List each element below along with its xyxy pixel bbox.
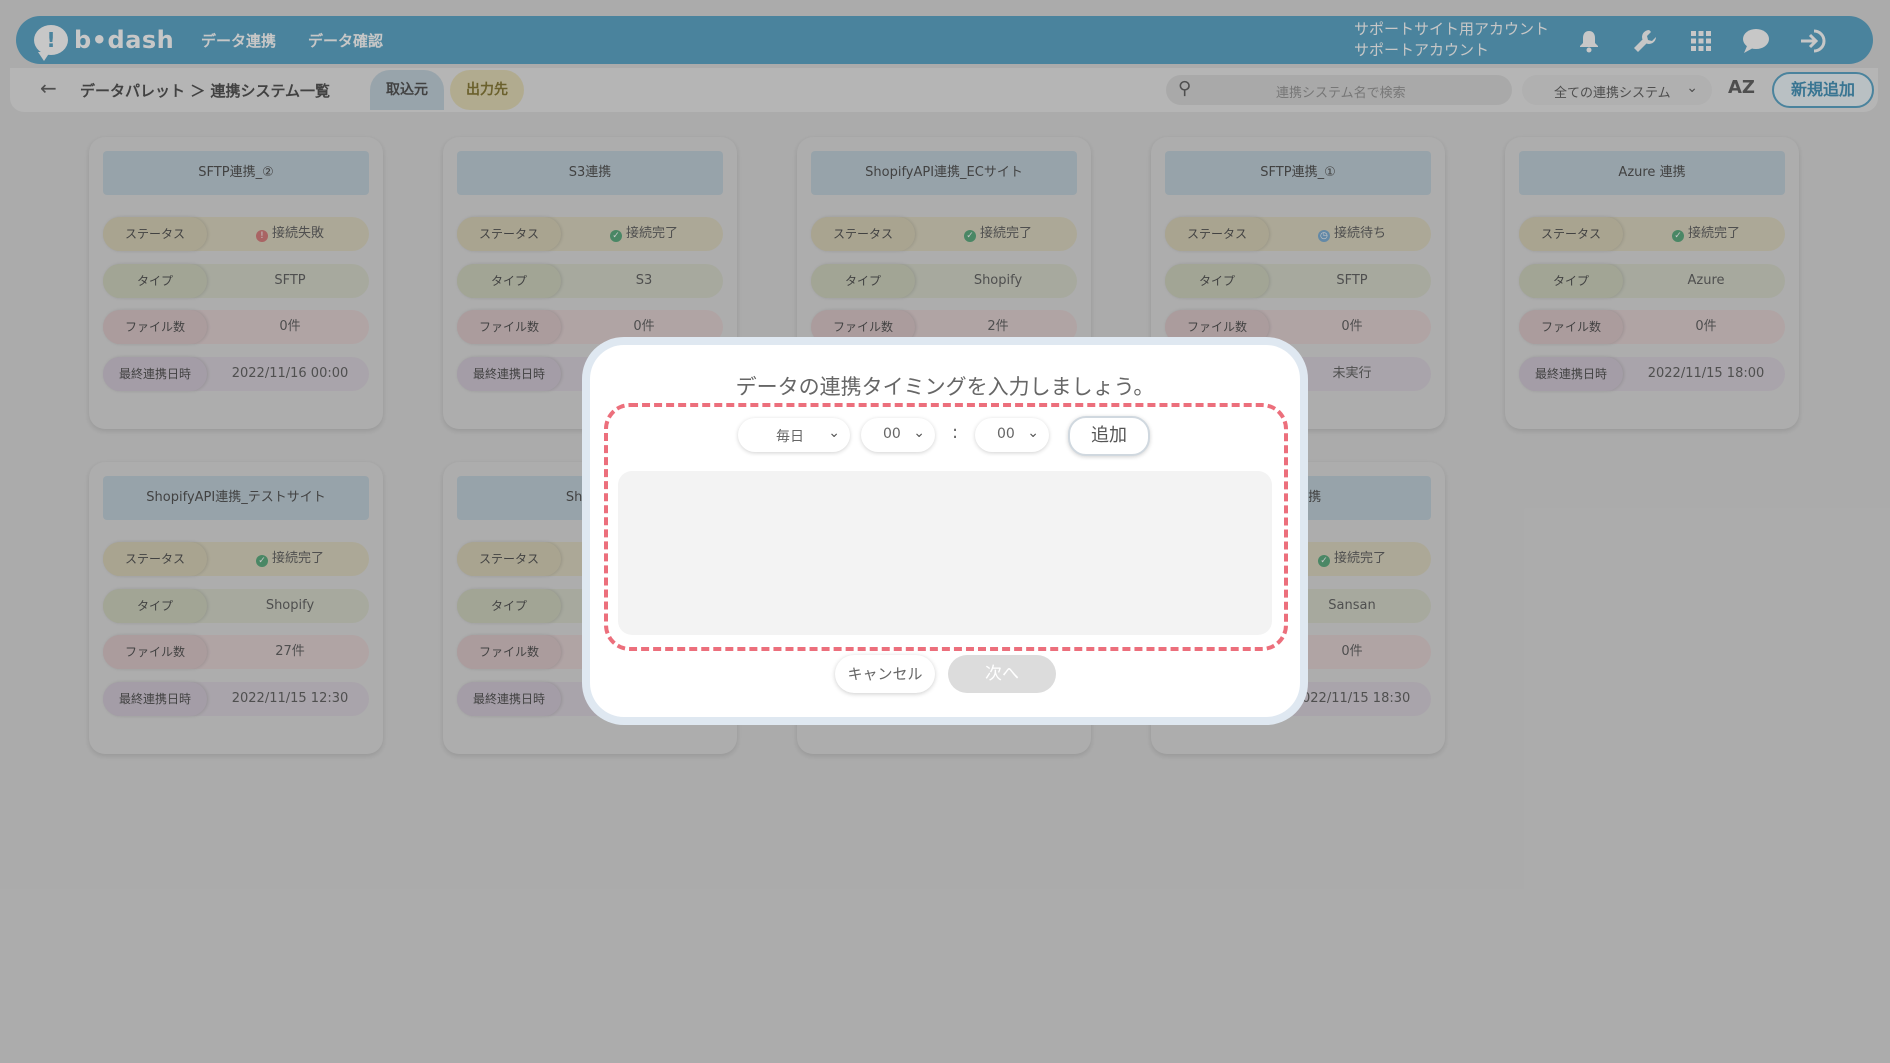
hour-value: 00 bbox=[883, 426, 901, 442]
timing-modal: データの連携タイミングを入力しましょう。 毎日 ⌄ 00 ⌄ : 00 ⌄ 追加… bbox=[590, 345, 1300, 717]
add-timing-button[interactable]: 追加 bbox=[1068, 416, 1150, 456]
minute-value: 00 bbox=[997, 426, 1015, 442]
frequency-value: 毎日 bbox=[776, 429, 804, 445]
modal-title: データの連携タイミングを入力しましょう。 bbox=[735, 375, 1155, 399]
minute-select[interactable]: 00 ⌄ bbox=[975, 418, 1049, 452]
timing-list-area bbox=[618, 471, 1272, 635]
hour-select[interactable]: 00 ⌄ bbox=[861, 418, 935, 452]
time-separator: : bbox=[952, 422, 959, 443]
chevron-down-icon: ⌄ bbox=[913, 425, 925, 441]
chevron-down-icon: ⌄ bbox=[828, 425, 840, 441]
chevron-down-icon: ⌄ bbox=[1027, 425, 1039, 441]
frequency-select[interactable]: 毎日 ⌄ bbox=[738, 418, 850, 452]
next-button[interactable]: 次へ bbox=[948, 655, 1056, 693]
cancel-button[interactable]: キャンセル bbox=[835, 655, 935, 693]
